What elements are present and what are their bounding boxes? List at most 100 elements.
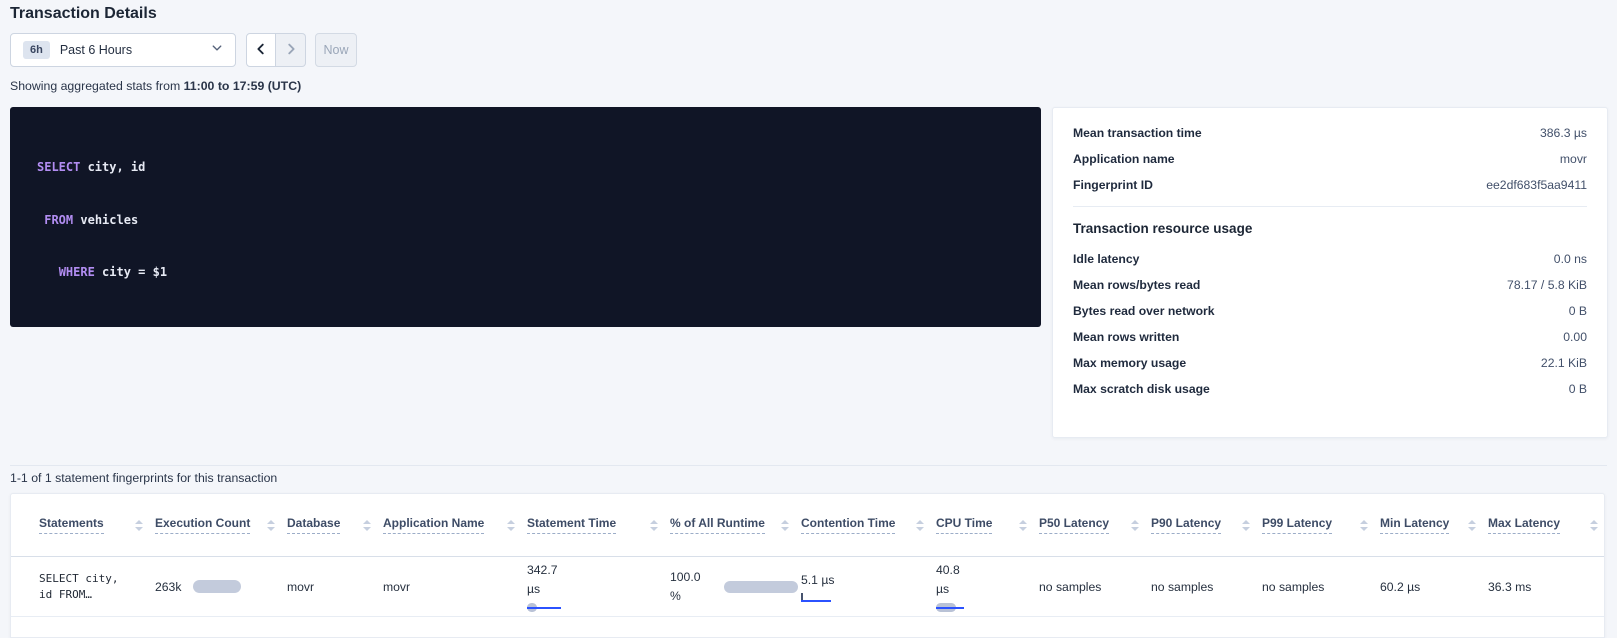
sort-icon[interactable]	[1589, 518, 1598, 532]
summary-row-mean-rows-bytes-read: Mean rows/bytes read 78.17 / 5.8 KiB	[1073, 272, 1587, 298]
column-header-p99-latency: P99 Latency	[1262, 516, 1380, 534]
stats-caption-range: 11:00 to 17:59 (UTC)	[184, 79, 302, 93]
cell-database: movr	[287, 580, 383, 594]
sql-line: FROM vehicles	[37, 212, 1014, 230]
cell-p90-latency: no samples	[1151, 580, 1262, 594]
sort-icon[interactable]	[1467, 518, 1476, 532]
section-divider	[10, 465, 1607, 466]
summary-label: Mean transaction time	[1073, 126, 1202, 140]
summary-value: 0.0 ns	[1554, 252, 1587, 266]
summary-row-bytes-read-over-network: Bytes read over network 0 B	[1073, 298, 1587, 324]
column-header-label[interactable]: Contention Time	[801, 516, 895, 534]
now-button[interactable]: Now	[315, 33, 357, 67]
cell-min-latency: 60.2 µs	[1380, 580, 1488, 594]
sql-text: city = $1	[95, 265, 167, 279]
sql-line: WHERE city = $1	[37, 264, 1014, 282]
cell-execution-count: 263k	[155, 580, 287, 594]
summary-value: ee2df683f5aa9411	[1486, 178, 1587, 192]
summary-value: 0 B	[1569, 304, 1587, 318]
summary-label: Bytes read over network	[1073, 304, 1215, 318]
summary-label: Idle latency	[1073, 252, 1139, 266]
summary-divider	[1073, 206, 1587, 207]
sql-text: vehicles	[73, 213, 138, 227]
column-header-label[interactable]: P99 Latency	[1262, 516, 1332, 534]
column-header-label[interactable]: Execution Count	[155, 516, 250, 534]
column-header-contention-time: Contention Time	[801, 516, 936, 534]
column-header-label[interactable]: CPU Time	[936, 516, 992, 534]
sql-keyword: WHERE	[59, 265, 95, 279]
sql-text: city, id	[80, 160, 145, 174]
next-time-button[interactable]	[276, 33, 306, 67]
table-row: SELECT city, id FROM… 263k movr movr 342…	[11, 557, 1604, 617]
column-header-p50-latency: P50 Latency	[1039, 516, 1151, 534]
sort-icon[interactable]	[1241, 518, 1250, 532]
resource-usage-heading: Transaction resource usage	[1073, 221, 1587, 236]
column-header-percent-runtime: % of All Runtime	[670, 516, 801, 534]
summary-label: Max scratch disk usage	[1073, 382, 1210, 396]
stats-caption-prefix: Showing aggregated stats from	[10, 79, 184, 93]
prev-time-button[interactable]	[246, 33, 276, 67]
column-header-label[interactable]: P90 Latency	[1151, 516, 1221, 534]
sort-icon[interactable]	[1018, 518, 1027, 532]
summary-row-application-name: Application name movr	[1073, 146, 1587, 172]
execution-count-value: 263k	[155, 580, 181, 594]
column-header-execution-count: Execution Count	[155, 516, 287, 534]
time-range-badge: 6h	[23, 41, 50, 59]
column-header-min-latency: Min Latency	[1380, 516, 1488, 534]
column-header-statement-time: Statement Time	[527, 516, 670, 534]
cell-max-latency: 36.3 ms	[1488, 580, 1604, 594]
database-value: movr	[287, 580, 314, 594]
sql-keyword: SELECT	[37, 160, 80, 174]
bar-line	[801, 600, 831, 602]
summary-row-idle-latency: Idle latency 0.0 ns	[1073, 246, 1587, 272]
cpu-time-bar	[936, 603, 964, 612]
column-header-label[interactable]: Database	[287, 516, 340, 534]
sort-icon[interactable]	[134, 518, 143, 532]
column-header-label[interactable]: Statements	[39, 516, 104, 534]
time-range-picker[interactable]: 6h Past 6 Hours	[10, 33, 236, 67]
cell-application-name: movr	[383, 580, 527, 594]
summary-value: 22.1 KiB	[1541, 356, 1587, 370]
summary-row-max-memory-usage: Max memory usage 22.1 KiB	[1073, 350, 1587, 376]
column-header-label[interactable]: Max Latency	[1488, 516, 1560, 534]
time-pager	[246, 33, 306, 67]
sort-icon[interactable]	[915, 518, 924, 532]
bar-line	[936, 607, 964, 609]
statement-time-value: 342.7 µs	[527, 561, 569, 599]
max-latency-value: 36.3 ms	[1488, 580, 1531, 594]
sort-icon[interactable]	[1359, 518, 1368, 532]
sort-icon[interactable]	[506, 518, 515, 532]
aggregated-stats-caption: Showing aggregated stats from 11:00 to 1…	[10, 79, 301, 93]
chevron-right-icon	[284, 42, 298, 59]
sort-icon[interactable]	[780, 518, 789, 532]
summary-label: Mean rows written	[1073, 330, 1179, 344]
statement-link[interactable]: SELECT city, id FROM…	[39, 571, 118, 603]
p99-latency-value: no samples	[1262, 580, 1324, 594]
column-header-label[interactable]: P50 Latency	[1039, 516, 1109, 534]
sort-icon[interactable]	[1130, 518, 1139, 532]
min-latency-value: 60.2 µs	[1380, 580, 1420, 594]
bar-line	[527, 607, 561, 609]
time-range-label: Past 6 Hours	[60, 43, 211, 57]
summary-value: 78.17 / 5.8 KiB	[1507, 278, 1587, 292]
sort-icon[interactable]	[649, 518, 658, 532]
page-title: Transaction Details	[10, 5, 157, 23]
sort-icon[interactable]	[362, 518, 371, 532]
sort-icon[interactable]	[266, 518, 275, 532]
percent-runtime-value: 100.0 %	[670, 568, 714, 606]
transaction-summary-card: Mean transaction time 386.3 µs Applicati…	[1052, 107, 1608, 438]
p50-latency-value: no samples	[1039, 580, 1101, 594]
percent-runtime-bar	[724, 581, 798, 593]
column-header-label[interactable]: % of All Runtime	[670, 516, 765, 534]
column-header-label[interactable]: Statement Time	[527, 516, 616, 534]
contention-time-bar	[801, 593, 831, 602]
summary-value: 0.00	[1563, 330, 1587, 344]
summary-value: movr	[1560, 152, 1587, 166]
column-header-label[interactable]: Min Latency	[1380, 516, 1449, 534]
column-header-label[interactable]: Application Name	[383, 516, 484, 534]
summary-value: 0 B	[1569, 382, 1587, 396]
p90-latency-value: no samples	[1151, 580, 1213, 594]
execution-count-bar	[193, 580, 241, 593]
column-header-statements: Statements	[11, 516, 155, 534]
table-header-row: Statements Execution Count Database Appl…	[11, 494, 1604, 557]
